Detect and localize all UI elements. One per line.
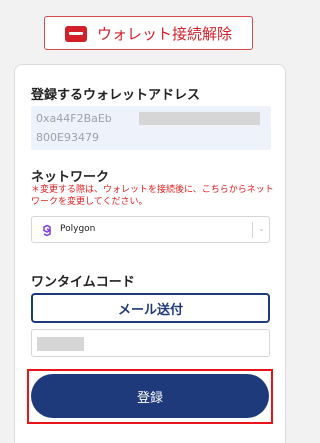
disconnect-wallet-label: ウォレット接続解除	[96, 24, 232, 43]
polygon-icon	[43, 224, 51, 237]
register-button[interactable]: 登録	[31, 374, 269, 418]
otp-label: ワンタイムコード	[31, 275, 135, 290]
chevron-down-icon[interactable]: ⌄	[258, 224, 265, 233]
network-selected-value: Polygon	[60, 224, 96, 234]
send-mail-button[interactable]: メール送付	[31, 293, 270, 323]
select-divider	[252, 222, 253, 238]
otp-input[interactable]	[31, 329, 270, 357]
wallet-address-line-2: 800E93479	[36, 131, 99, 144]
redacted-block	[139, 112, 260, 125]
redacted-block	[37, 337, 84, 351]
wallet-icon	[64, 24, 87, 42]
network-select[interactable]: Polygon ⌄	[31, 216, 270, 243]
wallet-address-field: 0xa44F2BaEb 800E93479	[31, 106, 271, 150]
wallet-address-label: 登録するウォレットアドレス	[31, 88, 201, 103]
network-note: ＊変更する際は、ウォレットを接続後に、こちらからネットワークを変更してください。	[31, 185, 274, 207]
network-label: ネットワーク	[31, 170, 110, 185]
wallet-address-line-1: 0xa44F2BaEb	[36, 112, 112, 125]
disconnect-wallet-button[interactable]: ウォレット接続解除	[44, 16, 253, 50]
